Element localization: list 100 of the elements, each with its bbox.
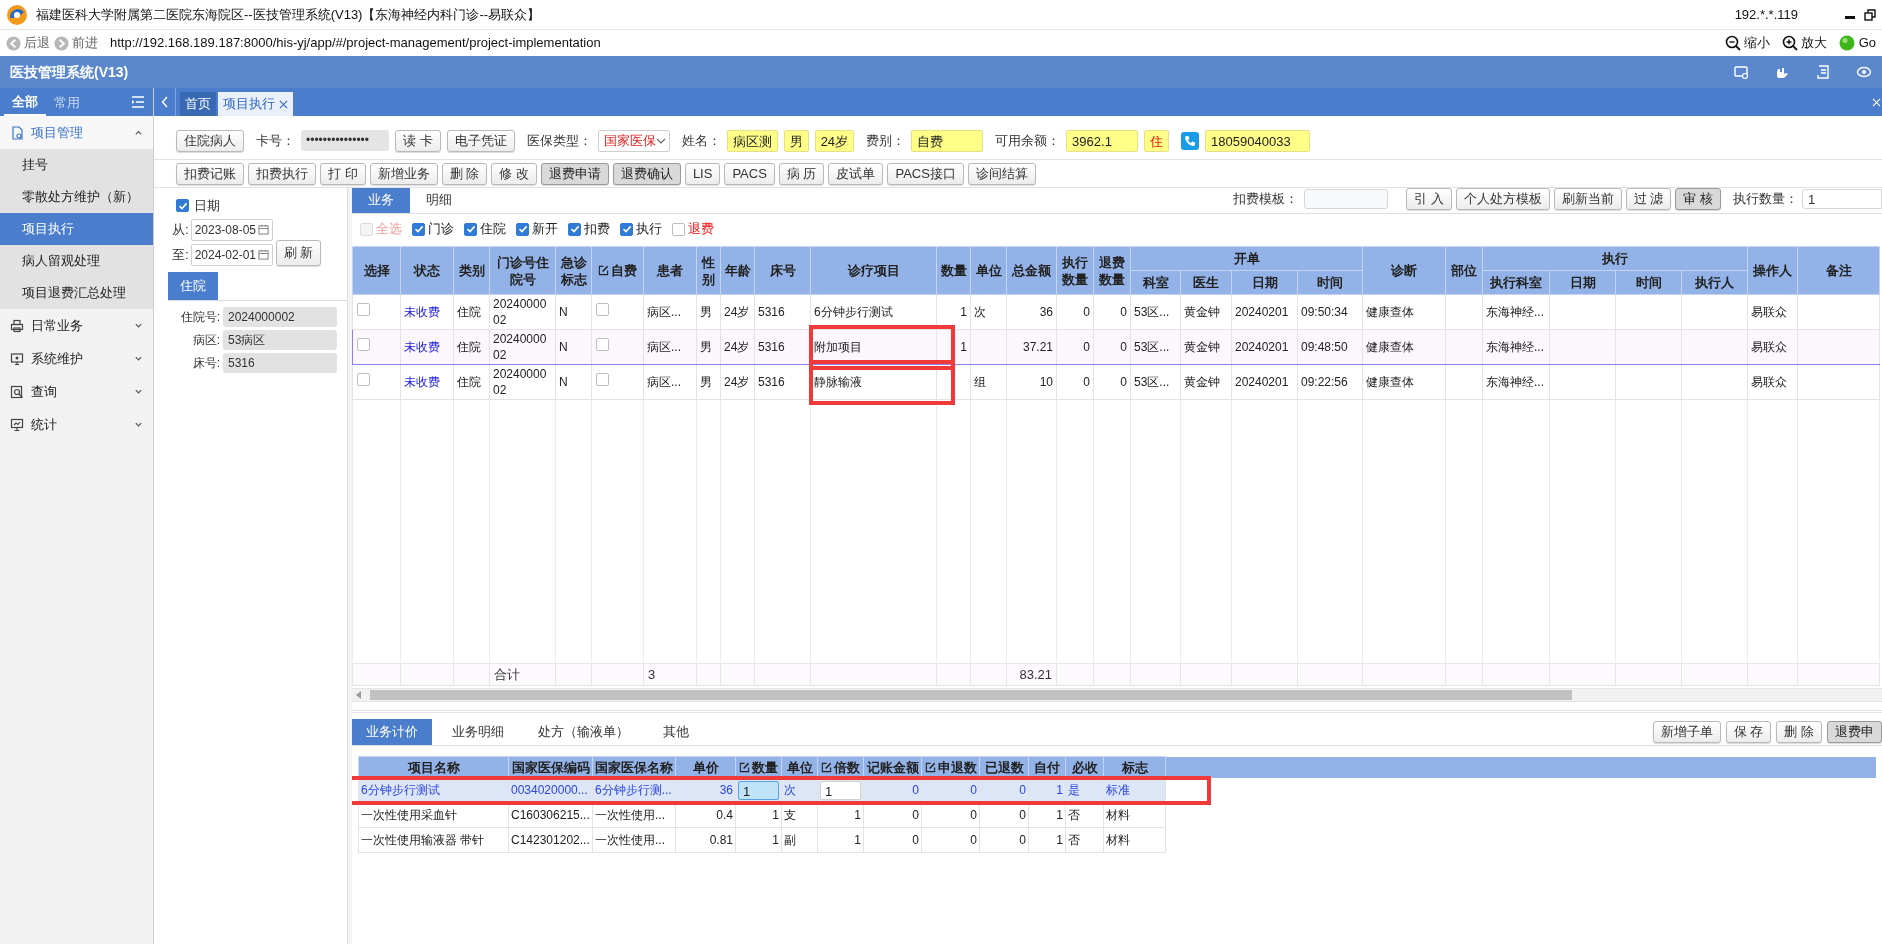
toolbar-button[interactable]: 审 核 (1675, 188, 1721, 210)
panel-tab[interactable]: 其他 (649, 719, 703, 745)
checkbox[interactable] (357, 373, 370, 387)
menu-group[interactable]: 项目管理 (0, 116, 153, 149)
refresh-button[interactable]: 刷 新 (275, 239, 322, 266)
table-cell: 黄金钟 (1180, 364, 1232, 400)
close-icon[interactable] (279, 99, 288, 109)
eye-icon[interactable] (1856, 64, 1872, 80)
toolbar-button[interactable]: 过 滤 (1625, 188, 1672, 210)
panel-tab[interactable]: 住院 (168, 271, 218, 300)
table-cell: 男 (696, 364, 721, 400)
table-cell: 0 (1093, 364, 1131, 400)
toolbar-button[interactable]: 删 除 (1776, 721, 1822, 743)
checkbox[interactable] (176, 199, 189, 213)
checkbox[interactable] (596, 338, 609, 352)
column-header: 状态 (400, 246, 454, 295)
zoom-in-button[interactable]: 放大 (1781, 33, 1827, 53)
checkbox[interactable] (596, 373, 609, 387)
screen-icon[interactable] (1733, 64, 1749, 80)
toolbar-button[interactable]: 退费申 (1827, 721, 1882, 743)
card-number-field[interactable]: ••••••••••••••• (301, 130, 389, 151)
checkbox[interactable] (357, 303, 370, 317)
toolbar-button[interactable]: 读 卡 (395, 129, 441, 152)
go-icon (1838, 35, 1855, 51)
panel-tab[interactable]: 处方（输液单） (524, 719, 643, 745)
toolbar-button[interactable]: 保 存 (1725, 721, 1772, 743)
toolbar-button[interactable]: 皮试单 (828, 162, 884, 185)
toolbar-button[interactable]: PACS接口 (887, 162, 964, 185)
table-cell: 健康查体 (1362, 294, 1446, 330)
document-icon[interactable] (1815, 64, 1831, 80)
checkbox[interactable] (412, 222, 425, 236)
toolbar-button[interactable]: 刷新当前 (1553, 188, 1622, 210)
page-tab[interactable]: 项目执行 (218, 92, 293, 116)
column-header: 总金额 (1006, 246, 1057, 295)
column-header: 年龄 (720, 246, 755, 295)
go-button[interactable]: Go (1838, 33, 1876, 53)
input-field[interactable]: 1 (820, 780, 861, 800)
toolbar-button[interactable]: 住院病人 (176, 129, 244, 152)
menu-icon[interactable] (131, 95, 145, 109)
panel-tab[interactable]: 业务计价 (352, 719, 432, 745)
date-field[interactable]: 2023-08-05 (190, 218, 273, 241)
checkbox[interactable] (568, 222, 581, 236)
toolbar-button[interactable]: LIS (684, 162, 721, 185)
zoom-out-button[interactable]: 缩小 (1724, 33, 1770, 53)
calendar-icon (257, 224, 269, 235)
panel-tab[interactable]: 业务 (352, 188, 410, 213)
date-field[interactable]: 2024-02-01 (190, 243, 273, 266)
panel-tab[interactable]: 明细 (410, 188, 468, 213)
table-cell: 1 (936, 329, 971, 365)
zoom-in-icon (1781, 35, 1798, 51)
menu-item[interactable]: 项目执行 (0, 213, 153, 245)
checkbox[interactable] (516, 222, 529, 236)
checkbox-label: 执行 (636, 220, 662, 239)
table-cell: 20240201 (1231, 329, 1298, 365)
scroll-left-icon[interactable] (356, 691, 362, 699)
toolbar-button[interactable]: 修 改 (491, 162, 537, 185)
toolbar-button[interactable]: 打 印 (320, 162, 366, 185)
menu-item[interactable]: 病人留观处理 (0, 245, 153, 277)
table-cell: 组 (970, 364, 1007, 400)
back-button[interactable]: 后退 (6, 33, 50, 53)
toolbar-button[interactable]: 退费申请 (540, 162, 609, 185)
chevron-left-icon[interactable] (160, 96, 169, 108)
table-cell: 未收费 (400, 329, 454, 365)
toolbar-button[interactable]: PACS (724, 162, 775, 185)
table-cell: 1 (817, 802, 864, 828)
menu-item[interactable]: 项目退费汇总处理 (0, 277, 153, 309)
checkbox[interactable] (464, 222, 477, 236)
checkbox[interactable] (672, 222, 685, 236)
panel-tab[interactable]: 业务明细 (438, 719, 518, 745)
insurance-select[interactable]: 国家医保 (597, 129, 670, 152)
toolbar-button[interactable]: 电子凭证 (446, 129, 515, 152)
toolbar-button[interactable]: 扣费执行 (248, 162, 316, 185)
menu-item[interactable]: 挂号 (0, 149, 153, 181)
toolbar-button[interactable]: 引 入 (1406, 188, 1452, 210)
table-cell: 副 (781, 827, 818, 853)
forward-button[interactable]: 前进 (54, 33, 98, 53)
toolbar-button[interactable]: 新增子单 (1652, 721, 1721, 743)
toolbar-button[interactable]: 删 除 (441, 162, 488, 185)
input-field[interactable]: 1 (738, 780, 779, 800)
horizontal-scrollbar[interactable] (352, 688, 1882, 702)
toolbar-button[interactable]: 扣费记账 (176, 162, 244, 185)
phone-icon (1181, 131, 1200, 150)
checkbox-label: 全选 (376, 220, 402, 239)
toolbar-button[interactable]: 诊间结算 (967, 162, 1036, 185)
restore-icon[interactable] (1864, 8, 1876, 21)
template-field[interactable] (1304, 189, 1389, 209)
table-cell: C142301202... (508, 827, 593, 853)
checkbox[interactable] (596, 303, 609, 317)
count-field[interactable]: 1 (1802, 189, 1882, 209)
toolbar-button[interactable]: 个人处方模板 (1455, 188, 1550, 210)
toolbar-button[interactable]: 新增业务 (369, 162, 438, 185)
menu-item[interactable]: 零散处方维护（新） (0, 181, 153, 213)
table-cell: 健康查体 (1362, 329, 1446, 365)
table-cell: 1 (1028, 827, 1066, 853)
toolbar-button[interactable]: 退费确认 (612, 162, 681, 185)
checkbox[interactable] (357, 338, 370, 352)
checkbox[interactable] (620, 222, 633, 236)
page-tab[interactable]: 首页 (180, 92, 216, 116)
toolbar-button[interactable]: 病 历 (778, 162, 825, 185)
table-cell: 一次性使用输液器 带针 (358, 827, 509, 853)
